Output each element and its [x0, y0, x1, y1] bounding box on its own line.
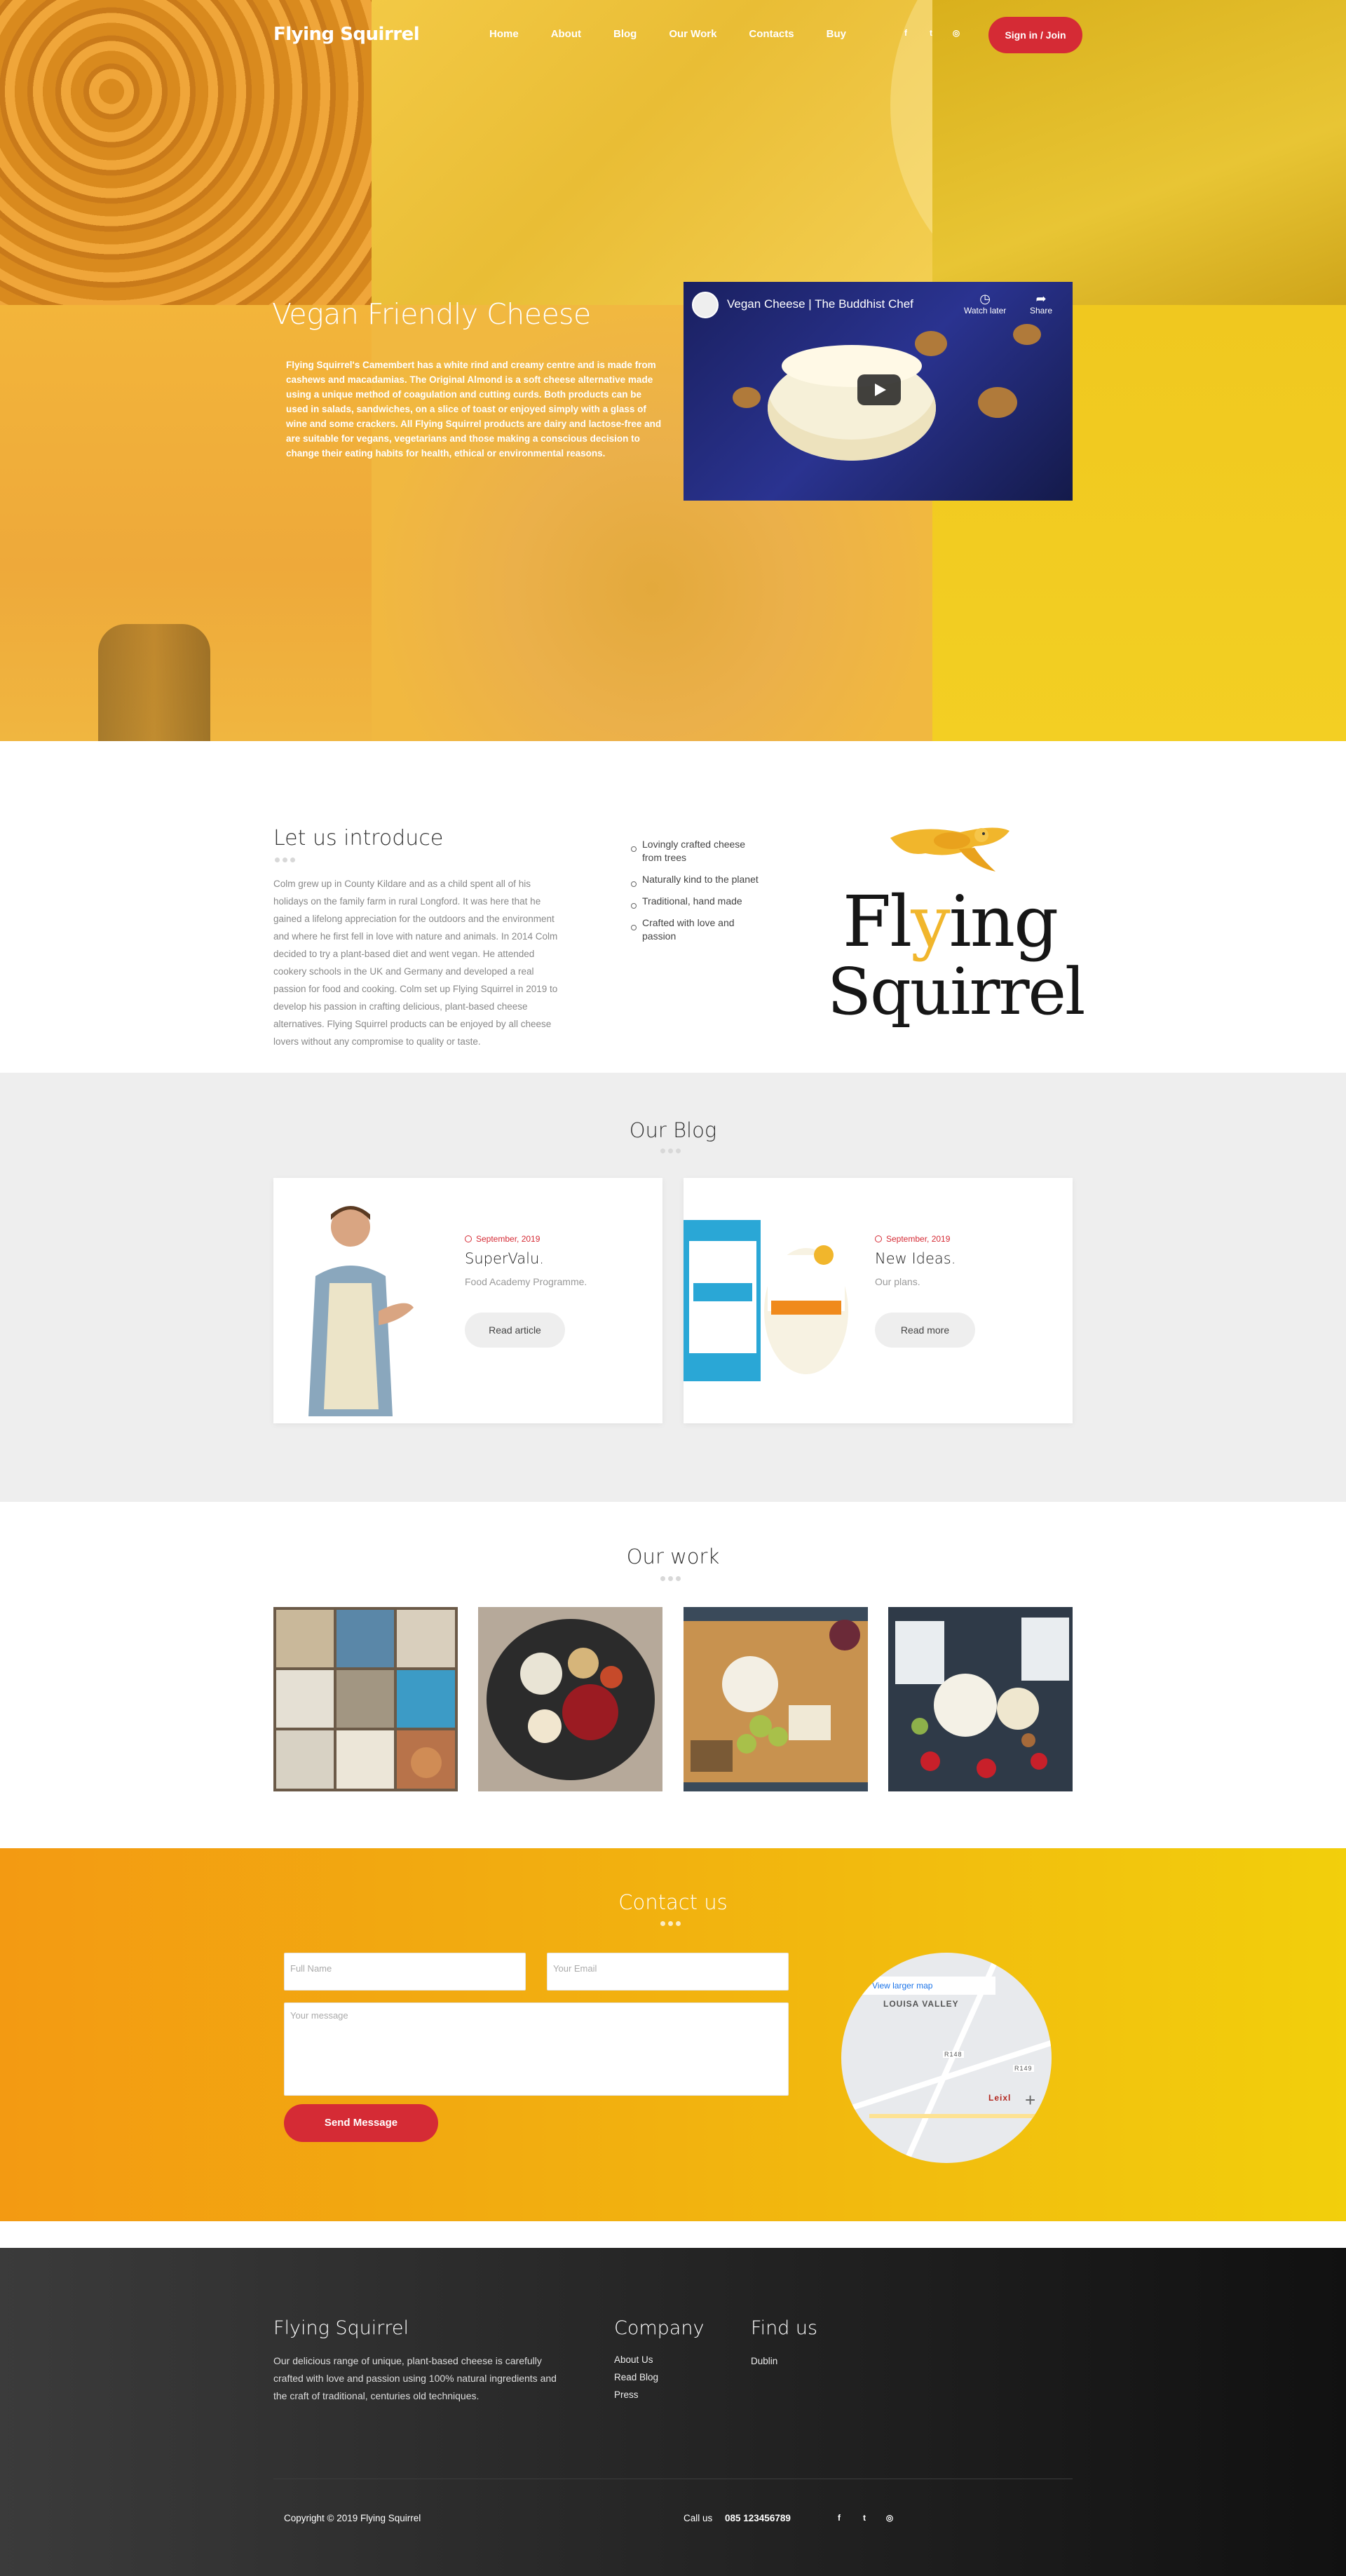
- footer-link-blog[interactable]: Read Blog: [614, 2372, 658, 2382]
- location-map[interactable]: View larger map LOUISA VALLEY Leixl R148…: [841, 1953, 1052, 2163]
- walnut-decor: [915, 331, 947, 356]
- site-footer: [0, 2248, 1346, 2576]
- twitter-icon[interactable]: t: [859, 2513, 869, 2523]
- feature-item: Crafted with love and passion: [631, 916, 764, 943]
- blog-title: Our Blog: [629, 1118, 717, 1142]
- map-area-label: LOUISA VALLEY: [883, 1999, 959, 2009]
- blog-section: Our Blog September, 2019 SuperValu. Food…: [0, 1073, 1346, 1502]
- work-image-board[interactable]: [684, 1607, 868, 1791]
- sous-vide-device: [98, 624, 210, 741]
- menu-blog[interactable]: Blog: [613, 28, 637, 40]
- blog-card: September, 2019 SuperValu. Food Academy …: [273, 1178, 662, 1423]
- sign-in-button[interactable]: Sign in / Join: [988, 17, 1082, 53]
- logo-word-flying: Flying: [842, 881, 1059, 963]
- footer-location: Dublin: [751, 2356, 778, 2366]
- blog-photo-products: [684, 1178, 852, 1423]
- instagram-icon[interactable]: ◎: [951, 28, 961, 38]
- share-button[interactable]: ➦ Share: [1030, 292, 1052, 316]
- map-road-label: R149: [1013, 2065, 1034, 2072]
- read-more-button[interactable]: Read more: [875, 1313, 975, 1348]
- view-larger-map-link[interactable]: View larger map: [862, 1977, 995, 1995]
- menu-about[interactable]: About: [551, 28, 581, 40]
- menu-home[interactable]: Home: [489, 28, 519, 40]
- send-message-button[interactable]: Send Message: [284, 2104, 438, 2142]
- title-dots: [660, 1148, 681, 1153]
- watch-later-label: Watch later: [964, 306, 1007, 316]
- channel-avatar[interactable]: [692, 292, 719, 318]
- footer-about-text: Our delicious range of unique, plant-bas…: [273, 2355, 557, 2401]
- work-title: Our work: [626, 1545, 720, 1568]
- contact-title: Contact us: [618, 1890, 728, 1914]
- read-article-button[interactable]: Read article: [465, 1313, 565, 1348]
- clock-icon: [875, 1235, 882, 1242]
- feature-item: Lovingly crafted cheese from trees: [631, 838, 764, 865]
- logo-word-squirrel: Squirrel: [827, 954, 1085, 1029]
- footer-brand: Flying Squirrel: [273, 2317, 409, 2339]
- footer-link-press[interactable]: Press: [614, 2389, 639, 2400]
- top-navigation: Flying Squirrel Home About Blog Our Work…: [0, 0, 1346, 70]
- clock-icon: [465, 1235, 472, 1242]
- email-input[interactable]: Your Email: [547, 1953, 789, 1991]
- feature-item: Naturally kind to the planet: [631, 873, 764, 887]
- intro-text: Colm grew up in County Kildare and as a …: [273, 879, 558, 1047]
- instagram-icon[interactable]: ◎: [885, 2513, 895, 2523]
- hero-title: Vegan Friendly Cheese: [272, 297, 591, 331]
- call-us-label: Call us: [684, 2513, 713, 2523]
- facebook-icon[interactable]: f: [901, 28, 911, 38]
- brand-logo[interactable]: Flying Squirrel: [273, 24, 420, 45]
- work-image-tray[interactable]: [888, 1607, 1073, 1791]
- share-icon: ➦: [1035, 292, 1047, 306]
- squirrel-icon: [890, 827, 1010, 872]
- cheese-top: [782, 345, 922, 387]
- hero-section: Vegan Friendly Cheese Flying Squirrel's …: [0, 0, 1346, 741]
- features-list: Lovingly crafted cheese from trees Natur…: [631, 838, 764, 951]
- post-subtitle: Our plans.: [875, 1276, 920, 1287]
- work-image-platter[interactable]: [478, 1607, 662, 1791]
- post-title[interactable]: SuperValu.: [465, 1250, 544, 1267]
- zoom-in-icon[interactable]: +: [1025, 2089, 1035, 2111]
- play-button[interactable]: [857, 374, 901, 405]
- post-subtitle: Food Academy Programme.: [465, 1276, 587, 1287]
- footer-find-title: Find us: [751, 2317, 818, 2339]
- post-title[interactable]: New Ideas.: [875, 1250, 956, 1267]
- map-town-label: Leixl: [988, 2093, 1012, 2103]
- blog-photo-chef: [273, 1178, 442, 1423]
- post-date: September, 2019: [875, 1234, 950, 1244]
- copyright: Copyright © 2019 Flying Squirrel: [284, 2513, 421, 2523]
- header-social-links: f t ◎: [901, 28, 961, 38]
- phone-number[interactable]: 085 123456789: [725, 2513, 791, 2523]
- menu-buy[interactable]: Buy: [827, 28, 846, 40]
- main-menu: Home About Blog Our Work Contacts Buy: [489, 28, 878, 40]
- watch-later-button[interactable]: ◷ Watch later: [964, 292, 1006, 316]
- footer-company-title: Company: [614, 2317, 705, 2339]
- map-road-label: R148: [943, 2051, 964, 2058]
- title-dots: [660, 1921, 681, 1926]
- video-title[interactable]: Vegan Cheese | The Buddhist Chef: [727, 297, 913, 311]
- feature-item: Traditional, hand made: [631, 895, 764, 909]
- menu-our-work[interactable]: Our Work: [669, 28, 716, 40]
- walnut-decor: [1013, 324, 1041, 345]
- share-label: Share: [1030, 306, 1053, 316]
- walnut-decor: [733, 387, 761, 408]
- twitter-icon[interactable]: t: [926, 28, 936, 38]
- hero-text: Flying Squirrel's Camembert has a white …: [286, 360, 662, 459]
- title-dots: [660, 1576, 681, 1581]
- full-name-input[interactable]: Full Name: [284, 1953, 526, 1991]
- walnut-decor: [978, 387, 1017, 418]
- work-image-shelf[interactable]: [273, 1607, 458, 1791]
- intro-title: Let us introduce: [273, 826, 444, 850]
- post-date: September, 2019: [465, 1234, 540, 1244]
- title-dots: [275, 857, 295, 862]
- footer-link-about[interactable]: About Us: [614, 2354, 653, 2365]
- footer-social-links: f t ◎: [834, 2513, 895, 2523]
- facebook-icon[interactable]: f: [834, 2513, 844, 2523]
- message-textarea[interactable]: Your message: [284, 2002, 789, 2096]
- clock-icon: ◷: [979, 292, 991, 306]
- map-road: [869, 2114, 1052, 2118]
- video-player[interactable]: Vegan Cheese | The Buddhist Chef ◷ Watch…: [684, 282, 1073, 501]
- flying-squirrel-logo: Flying Squirrel: [827, 810, 1085, 1041]
- menu-contacts[interactable]: Contacts: [749, 28, 794, 40]
- blog-card: September, 2019 New Ideas. Our plans. Re…: [684, 1178, 1073, 1423]
